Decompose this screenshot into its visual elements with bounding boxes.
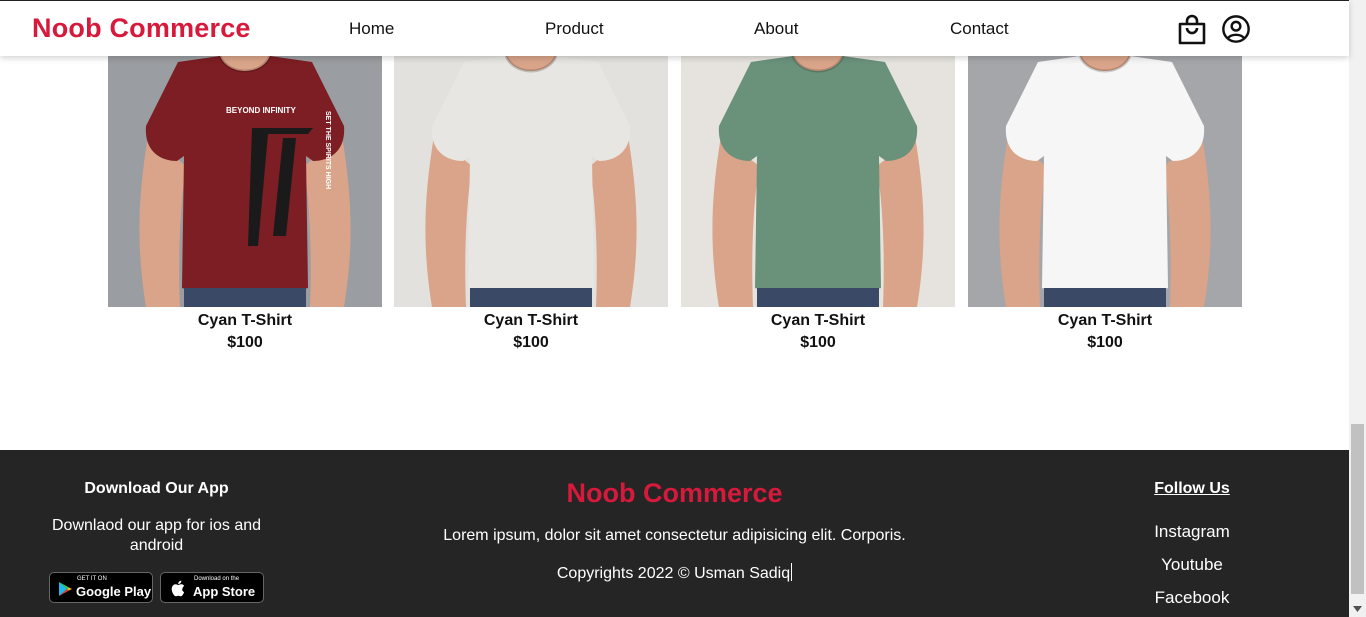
shopping-bag-icon[interactable]: [1177, 13, 1207, 45]
store-badges: GET IT ON Google Play Download on the Ap…: [30, 572, 283, 603]
product-image[interactable]: BEYOND INFINITY SET THE SPIRITS HIGH: [108, 56, 382, 307]
arm-right: [877, 136, 924, 307]
product-price: $100: [800, 334, 836, 351]
product-image[interactable]: [681, 56, 955, 307]
text-caret: [791, 563, 793, 581]
google-play-icon: [59, 582, 72, 596]
nav-contact[interactable]: Contact: [950, 19, 1009, 39]
trousers: [757, 288, 879, 307]
shirt-print-text: BEYOND INFINITY: [226, 106, 296, 115]
social-link-facebook[interactable]: Facebook: [1132, 588, 1252, 608]
apple-icon: [171, 580, 185, 597]
nav-product[interactable]: Product: [545, 19, 604, 39]
social-link-youtube[interactable]: Youtube: [1132, 555, 1252, 575]
trousers: [184, 288, 306, 307]
copyright-text: Copyrights 2022 © Usman Sadiq: [400, 563, 949, 583]
site-footer: Download Our App Downlaod our app for io…: [0, 450, 1349, 617]
product-image-graphic: [394, 56, 668, 307]
google-play-small-label: GET IT ON: [77, 576, 107, 582]
trousers: [470, 288, 592, 307]
product-card[interactable]: Cyan T-Shirt $100: [968, 56, 1242, 352]
footer-description: Lorem ipsum, dolor sit amet consectetur …: [443, 527, 906, 544]
product-image[interactable]: [968, 56, 1242, 307]
download-description: Downlaod our app for ios and android: [51, 517, 262, 554]
google-play-button[interactable]: GET IT ON Google Play: [49, 572, 153, 603]
product-name: Cyan T-Shirt: [770, 312, 866, 329]
arm-left: [999, 136, 1046, 307]
product-image-graphic: BEYOND INFINITY SET THE SPIRITS HIGH: [108, 56, 382, 307]
product-image-graphic: [681, 56, 955, 307]
arm-left: [425, 136, 472, 307]
product-name: Cyan T-Shirt: [1057, 312, 1153, 329]
app-store-label: App Store: [193, 584, 256, 599]
nav-about[interactable]: About: [754, 19, 798, 39]
app-store-button[interactable]: Download on the App Store: [160, 572, 264, 603]
download-title: Download Our App: [84, 480, 229, 497]
app-store-small-label: Download on the: [194, 576, 240, 582]
social-link-instagram[interactable]: Instagram: [1132, 522, 1252, 542]
product-card[interactable]: Cyan T-Shirt $100: [394, 56, 668, 352]
follow-us-section: Follow Us Instagram Youtube Facebook: [1132, 450, 1252, 608]
product-name: Cyan T-Shirt: [197, 312, 293, 329]
product-price: $100: [1087, 334, 1123, 351]
product-image-graphic: [968, 56, 1242, 307]
product-name: Cyan T-Shirt: [483, 312, 579, 329]
product-card[interactable]: BEYOND INFINITY SET THE SPIRITS HIGH Cyan…: [108, 56, 382, 352]
vertical-scrollbar[interactable]: [1349, 0, 1366, 617]
scrollbar-thumb[interactable]: [1351, 424, 1364, 594]
arm-left: [712, 136, 759, 307]
download-app-section: Download Our App Downlaod our app for io…: [30, 450, 283, 603]
follow-us-title: Follow Us: [1154, 480, 1230, 497]
footer-logo: Noob Commerce: [566, 478, 783, 508]
shirt-side-print-text: SET THE SPIRITS HIGH: [324, 111, 331, 189]
trousers: [1044, 288, 1166, 307]
user-circle-icon[interactable]: [1221, 13, 1251, 45]
site-logo[interactable]: Noob Commerce: [32, 13, 251, 44]
arm-left: [139, 136, 186, 307]
product-card[interactable]: Cyan T-Shirt $100: [681, 56, 955, 352]
site-header: Noob Commerce Home Product About Contact: [0, 0, 1349, 56]
page: Noob Commerce Home Product About Contact…: [0, 0, 1366, 617]
nav-home[interactable]: Home: [349, 19, 394, 39]
copyright-label: Copyrights 2022 © Usman Sadiq: [556, 565, 791, 582]
arm-right: [590, 136, 637, 307]
product-grid: BEYOND INFINITY SET THE SPIRITS HIGH Cyan…: [0, 56, 1349, 450]
scroll-down-arrow-icon[interactable]: [1349, 600, 1366, 617]
product-price: $100: [513, 334, 549, 351]
footer-brand-section: Noob Commerce Lorem ipsum, dolor sit ame…: [400, 450, 949, 583]
product-image[interactable]: [394, 56, 668, 307]
chevron-down-icon: [1353, 605, 1362, 612]
product-price: $100: [227, 334, 263, 351]
arm-right: [1164, 136, 1211, 307]
google-play-label: Google Play: [76, 584, 152, 599]
